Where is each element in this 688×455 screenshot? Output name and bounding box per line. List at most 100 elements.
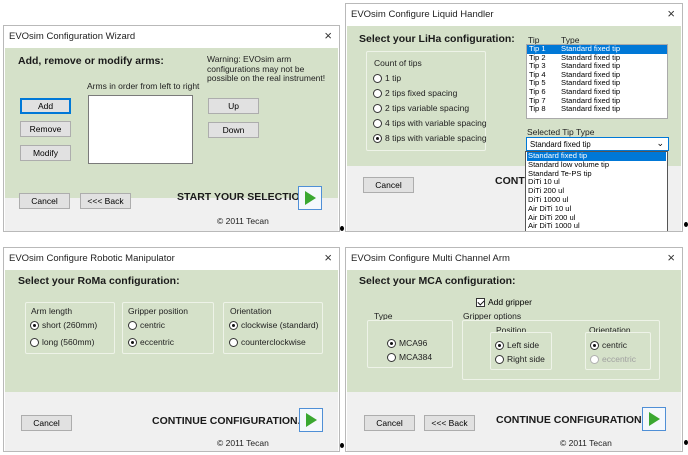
bullet-mark: [340, 443, 344, 448]
mca-orientation-option: eccentric: [590, 354, 636, 364]
play-arrow-icon: [306, 413, 317, 427]
orientation-option[interactable]: clockwise (standard): [229, 320, 318, 330]
copyright: © 2011 Tecan: [217, 216, 269, 226]
down-button[interactable]: Down: [208, 122, 259, 138]
cancel-button[interactable]: Cancel: [364, 415, 415, 431]
play-arrow-icon: [649, 412, 660, 426]
tip-count-option[interactable]: 8 tips with variable spacing: [373, 133, 487, 143]
continue-label: CONTINUE CONFIGURATION...: [496, 414, 650, 426]
select-value: Standard fixed tip: [530, 140, 591, 149]
option-label: Right side: [507, 354, 545, 364]
close-icon[interactable]: ×: [324, 28, 332, 43]
option-label: eccentric: [140, 337, 174, 347]
dropdown-option[interactable]: Air DiTi 1000 ul: [527, 222, 666, 231]
option-label: centric: [140, 320, 165, 330]
option-label: long (560mm): [42, 337, 94, 347]
wizard-window: EVOsim Configuration Wizard × Add, remov…: [3, 25, 340, 232]
add-gripper-checkbox[interactable]: Add gripper: [476, 297, 532, 307]
arm-length-option[interactable]: short (260mm): [30, 320, 97, 330]
option-label: eccentric: [602, 354, 636, 364]
wizard-heading: Add, remove or modify arms:: [18, 55, 164, 67]
close-icon[interactable]: ×: [324, 250, 332, 265]
orientation-group: [585, 332, 651, 370]
option-label: 8 tips with variable spacing: [385, 133, 487, 143]
arm-length-option[interactable]: long (560mm): [30, 337, 94, 347]
chevron-down-icon: ⌄: [656, 138, 664, 149]
tip-count-option[interactable]: 2 tips variable spacing: [373, 103, 469, 113]
mca-type-option[interactable]: MCA384: [387, 352, 432, 362]
option-label: 1 tip: [385, 73, 401, 83]
close-icon[interactable]: ×: [667, 6, 675, 21]
radio-icon: [229, 321, 238, 330]
up-button[interactable]: Up: [208, 98, 259, 114]
mca-footer: Cancel <<< Back CONTINUE CONFIGURATION..…: [347, 392, 681, 452]
copyright: © 2011 Tecan: [217, 438, 269, 448]
wizard-title: EVOsim Configuration Wizard: [9, 31, 135, 42]
roma-window: EVOsim Configure Robotic Manipulator × S…: [3, 247, 340, 452]
checkbox-icon: [476, 298, 485, 307]
tip-count-option[interactable]: 1 tip: [373, 73, 401, 83]
mca-titlebar: EVOsim Configure Multi Channel Arm ×: [346, 248, 682, 270]
radio-icon: [495, 341, 504, 350]
mca-window: EVOsim Configure Multi Channel Arm × Sel…: [345, 247, 683, 452]
option-label: 2 tips variable spacing: [385, 103, 469, 113]
option-label: clockwise (standard): [241, 320, 318, 330]
arms-list[interactable]: [88, 95, 193, 164]
continue-button[interactable]: [642, 407, 666, 431]
bullet-mark: [684, 440, 688, 445]
roma-body: Select your RoMa configuration: Arm leng…: [5, 270, 338, 392]
continue-button[interactable]: [299, 408, 323, 432]
orientation-option[interactable]: counterclockwise: [229, 337, 306, 347]
mca-title: EVOsim Configure Multi Channel Arm: [351, 253, 510, 264]
wizard-body: Add, remove or modify arms: Warning: EVO…: [5, 48, 338, 198]
radio-icon: [387, 353, 396, 362]
wizard-titlebar: EVOsim Configuration Wizard ×: [4, 26, 339, 48]
position-group: [490, 332, 552, 370]
cancel-button[interactable]: Cancel: [21, 415, 72, 431]
radio-icon: [373, 74, 382, 83]
gripper-position-option[interactable]: eccentric: [128, 337, 174, 347]
radio-icon: [30, 338, 39, 347]
option-label: counterclockwise: [241, 337, 306, 347]
tip-type-select[interactable]: Standard fixed tip ⌄: [526, 137, 669, 151]
checkbox-label: Add gripper: [488, 297, 532, 307]
modify-arm-button[interactable]: Modify: [20, 145, 71, 161]
back-button[interactable]: <<< Back: [80, 193, 131, 209]
wizard-footer: Cancel <<< Back START YOUR SELECTION © 2…: [5, 198, 338, 232]
radio-icon: [128, 338, 137, 347]
bullet-mark: [684, 222, 688, 227]
tip-list[interactable]: Tip 1Standard fixed tip Tip 2Standard fi…: [526, 44, 668, 119]
back-button[interactable]: <<< Back: [424, 415, 475, 431]
tip-count-label: Count of tips: [374, 58, 422, 68]
liha-window: EVOsim Configure Liquid Handler × Select…: [345, 3, 683, 232]
tip-name: Tip 8: [529, 105, 546, 114]
orientation-label: Orientation: [230, 306, 272, 316]
cancel-button[interactable]: Cancel: [19, 193, 70, 209]
liha-title: EVOsim Configure Liquid Handler: [351, 9, 494, 20]
wizard-warning: Warning: EVOsim arm configurations may n…: [207, 55, 337, 84]
tip-type: Standard fixed tip: [561, 105, 620, 114]
mca-orientation-option[interactable]: centric: [590, 340, 627, 350]
start-selection-label: START YOUR SELECTION: [177, 191, 307, 203]
roma-titlebar: EVOsim Configure Robotic Manipulator ×: [4, 248, 339, 270]
cancel-button[interactable]: Cancel: [363, 177, 414, 193]
position-option[interactable]: Left side: [495, 340, 539, 350]
radio-icon: [373, 104, 382, 113]
option-label: centric: [602, 340, 627, 350]
position-option[interactable]: Right side: [495, 354, 545, 364]
tip-row[interactable]: Tip 8 Standard fixed tip: [527, 105, 667, 114]
mca-body: Select your MCA configuration: Add gripp…: [347, 270, 681, 392]
continue-label: CONTINUE CONFIGURATION...: [152, 415, 306, 427]
start-selection-button[interactable]: [298, 186, 322, 210]
radio-icon: [30, 321, 39, 330]
tip-count-option[interactable]: 4 tips with variable spacing: [373, 118, 487, 128]
gripper-position-option[interactable]: centric: [128, 320, 165, 330]
roma-footer: Cancel CONTINUE CONFIGURATION... © 2011 …: [5, 392, 338, 452]
remove-arm-button[interactable]: Remove: [20, 121, 71, 137]
option-label: short (260mm): [42, 320, 97, 330]
mca-type-option[interactable]: MCA96: [387, 338, 427, 348]
tip-type-dropdown-list[interactable]: Standard fixed tip Standard low volume t…: [525, 151, 668, 232]
close-icon[interactable]: ×: [667, 250, 675, 265]
tip-count-option[interactable]: 2 tips fixed spacing: [373, 88, 457, 98]
add-arm-button[interactable]: Add: [20, 98, 71, 114]
